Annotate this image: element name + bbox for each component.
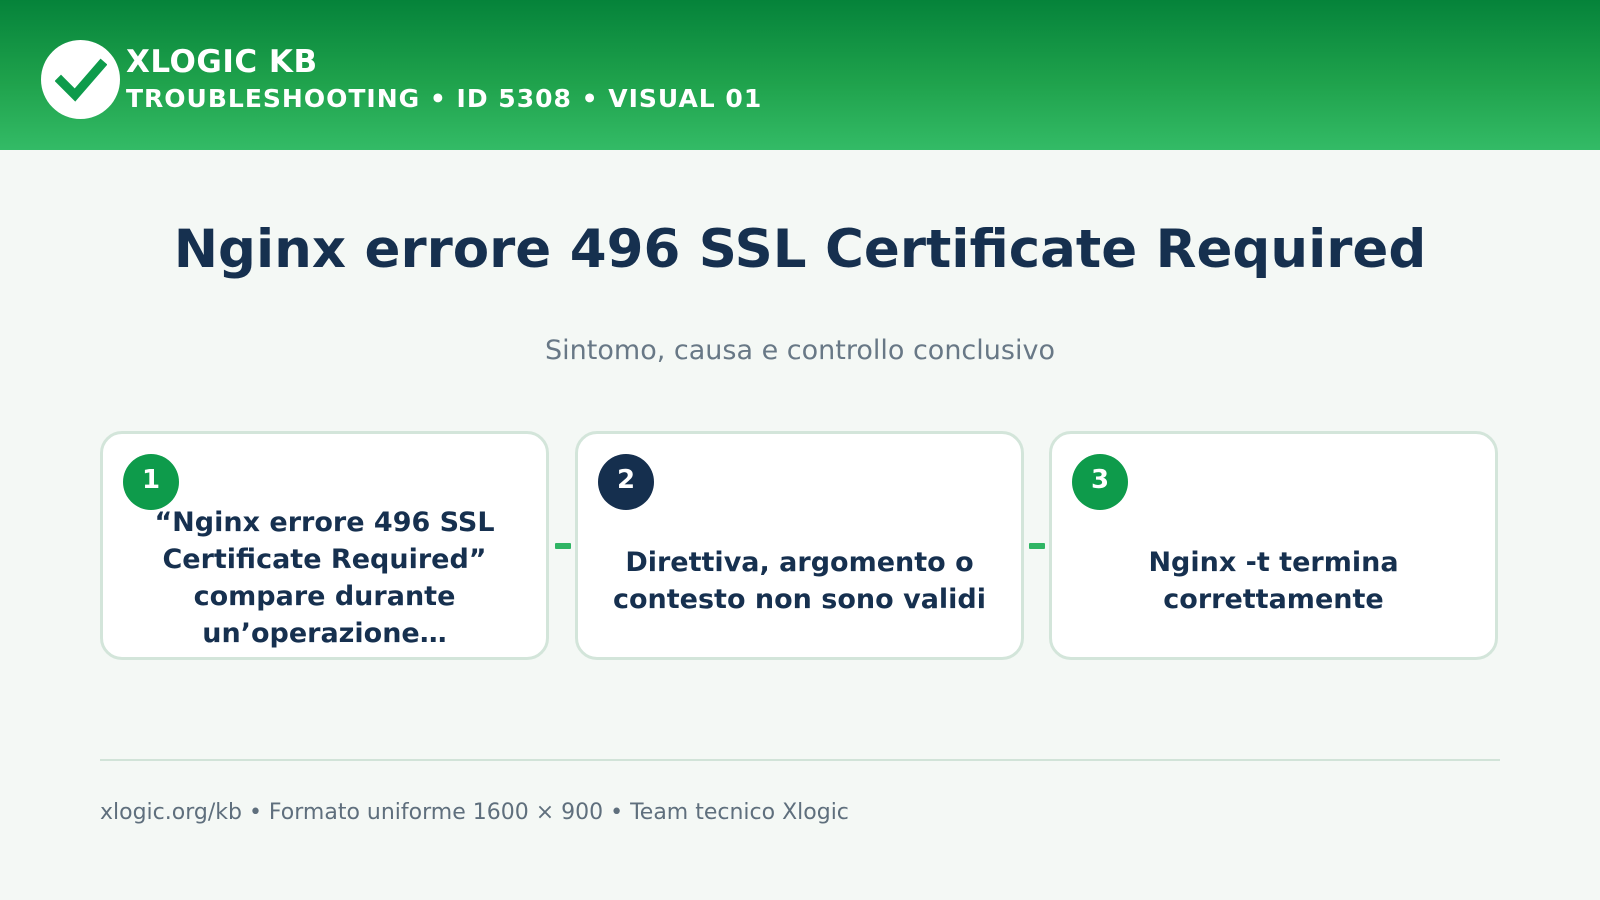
step-text-2: Direttiva, argomento o contesto non sono…: [612, 546, 987, 615]
step-connector-2: [1029, 543, 1045, 549]
step-card-3: 3 Nginx -t termina correttamente: [1049, 431, 1498, 660]
brand-subtitle: TROUBLESHOOTING • ID 5308 • VISUAL 01: [126, 84, 763, 113]
step-card-1: 1 “Nginx errore 496 SSL Certificate Requ…: [100, 431, 549, 660]
step-text-1: “Nginx errore 496 SSL Certificate Requir…: [154, 506, 495, 649]
step-badge-2: 2: [598, 454, 654, 510]
step-badge-3: 3: [1072, 454, 1128, 510]
footer-text: xlogic.org/kb • Formato uniforme 1600 × …: [100, 800, 849, 825]
brand-name: XLOGIC KB: [126, 44, 318, 80]
page-subtitle: Sintomo, causa e controllo conclusivo: [545, 335, 1055, 366]
step-connector-1: [555, 543, 571, 549]
step-badge-1: 1: [123, 454, 179, 510]
header-banner: XLOGIC KB TROUBLESHOOTING • ID 5308 • VI…: [0, 0, 1600, 150]
logo: [41, 40, 120, 119]
checkmark-icon: [54, 58, 107, 102]
step-text-3: Nginx -t termina correttamente: [1148, 546, 1399, 615]
step-card-2: 2 Direttiva, argomento o contesto non so…: [575, 431, 1024, 660]
page-title: Nginx errore 496 SSL Certificate Require…: [173, 219, 1427, 280]
footer-divider: [100, 759, 1500, 761]
